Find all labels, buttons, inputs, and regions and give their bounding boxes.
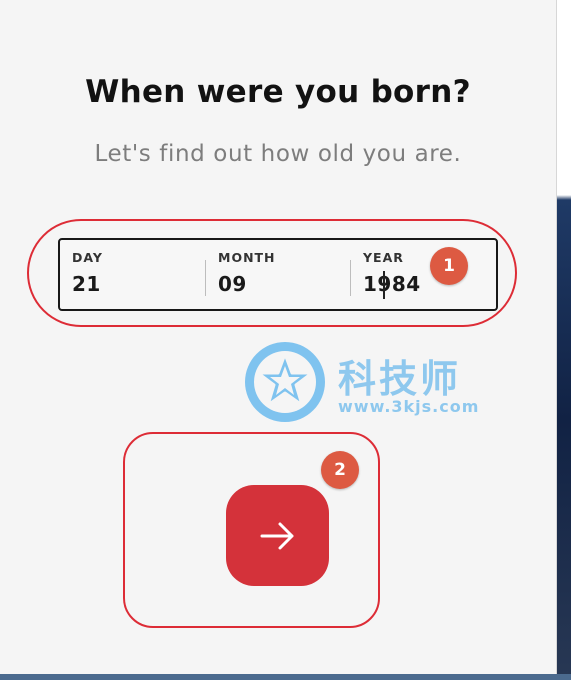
page-title: When were you born? bbox=[85, 74, 471, 110]
day-label: DAY bbox=[72, 250, 103, 265]
next-button[interactable] bbox=[226, 485, 329, 586]
annotation-badge-1: 1 bbox=[430, 247, 468, 285]
day-value[interactable]: 21 bbox=[72, 272, 101, 296]
text-caret bbox=[383, 271, 385, 299]
annotation-badge-2: 2 bbox=[321, 451, 359, 489]
year-field[interactable]: YEAR 1984 bbox=[351, 240, 496, 309]
year-value[interactable]: 1984 bbox=[363, 272, 421, 296]
background-window-strip bbox=[0, 674, 571, 680]
page-subtitle: Let's find out how old you are. bbox=[94, 141, 462, 167]
star-logo-icon bbox=[245, 342, 325, 422]
month-field[interactable]: MONTH 09 bbox=[206, 240, 351, 309]
background-window-edge bbox=[556, 0, 571, 680]
month-value[interactable]: 09 bbox=[218, 272, 247, 296]
watermark-text: 科技师 bbox=[338, 357, 462, 401]
watermark-url: www.3kjs.com bbox=[338, 397, 480, 416]
month-label: MONTH bbox=[218, 250, 276, 265]
arrow-right-icon bbox=[260, 522, 293, 549]
watermark: 科技师 www.3kjs.com bbox=[243, 340, 493, 424]
panel-border bbox=[556, 0, 557, 680]
day-field[interactable]: DAY 21 bbox=[60, 240, 206, 309]
year-label: YEAR bbox=[363, 250, 404, 265]
